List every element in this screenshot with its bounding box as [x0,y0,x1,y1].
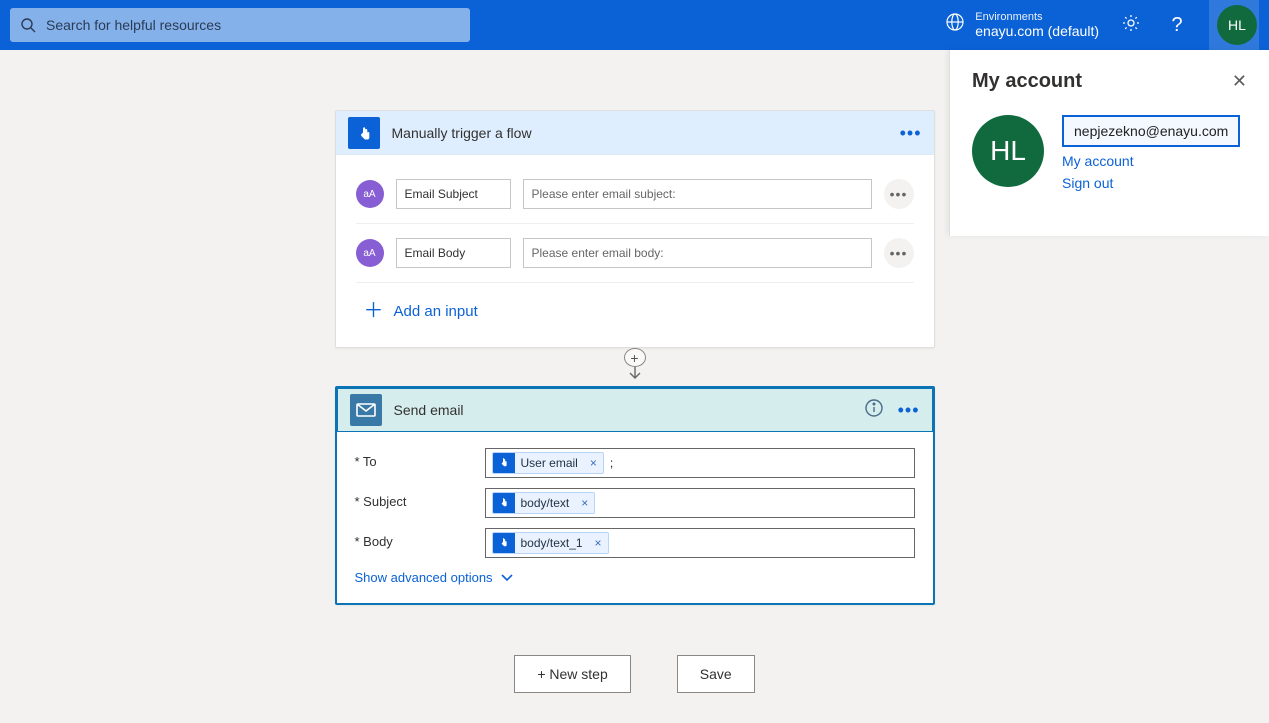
environment-picker[interactable]: Environments enayu.com (default) [945,11,1099,40]
sign-out-link[interactable]: Sign out [1062,175,1240,191]
trigger-more-button[interactable]: ••• [900,124,922,142]
search-box[interactable] [10,8,470,42]
environment-name: enayu.com (default) [975,23,1099,39]
question-icon: ? [1171,14,1182,37]
input-label-box[interactable]: Email Subject [396,179,511,209]
touch-icon [493,492,515,514]
arrow-down-icon [628,365,642,386]
input-label-box[interactable]: Email Body [396,238,511,268]
panel-title: My account [972,70,1082,93]
input-row-more[interactable]: ••• [884,238,914,268]
trigger-body: aA Email Subject Please enter email subj… [336,155,934,347]
environment-label: Environments [975,11,1099,24]
chevron-down-icon [501,570,513,585]
avatar-small: HL [1217,5,1257,45]
token-body-text[interactable]: body/text × [492,492,596,514]
to-suffix: ; [610,456,613,470]
param-row-subject: * Subject body/text × [355,488,915,518]
topbar-right: Environments enayu.com (default) ? HL [945,0,1259,50]
help-button[interactable]: ? [1163,11,1191,39]
token-body-text-1[interactable]: body/text_1 × [492,532,609,554]
token-label: body/text_1 [515,536,589,550]
plus-icon: ＋ [364,301,384,321]
globe-icon [945,12,965,37]
param-row-body: * Body body/text_1 × [355,528,915,558]
input-value-box[interactable]: Please enter email subject: [523,179,872,209]
token-label: body/text [515,496,576,510]
param-row-to: * To User email × ; [355,448,915,478]
mail-icon [350,394,382,426]
to-input[interactable]: User email × ; [485,448,915,478]
param-label: * Body [355,528,475,549]
text-type-icon: aA [356,239,384,267]
token-remove[interactable]: × [575,496,594,510]
token-remove[interactable]: × [584,456,603,470]
trigger-icon [348,117,380,149]
account-email[interactable]: nepjezekno@enayu.com [1062,115,1240,147]
action-card: Send email ••• * To User email × ; [335,386,935,605]
environment-text: Environments enayu.com (default) [975,11,1099,40]
search-icon [20,17,36,33]
token-user-email[interactable]: User email × [492,452,604,474]
text-type-icon: aA [356,180,384,208]
show-advanced-options[interactable]: Show advanced options [355,570,915,585]
token-label: User email [515,456,584,470]
trigger-input-row: aA Email Subject Please enter email subj… [356,165,914,224]
trigger-input-row: aA Email Body Please enter email body: •… [356,224,914,283]
add-input-label: Add an input [394,303,478,320]
touch-icon [493,532,515,554]
email-text: nepjezekno@enayu.com [1074,123,1228,139]
token-remove[interactable]: × [589,536,608,550]
subject-input[interactable]: body/text × [485,488,915,518]
action-title: Send email [394,402,852,418]
my-account-panel: My account ✕ HL nepjezekno@enayu.com My … [949,50,1269,236]
trigger-header[interactable]: Manually trigger a flow ••• [336,111,934,155]
action-more-button[interactable]: ••• [898,401,920,419]
search-input[interactable] [46,17,460,33]
action-header[interactable]: Send email ••• [337,388,933,432]
bottom-buttons: + New step Save [514,655,754,693]
avatar-large: HL [972,115,1044,187]
insert-step-button[interactable]: + [624,348,646,367]
body-input[interactable]: body/text_1 × [485,528,915,558]
input-row-more[interactable]: ••• [884,179,914,209]
new-step-button[interactable]: + New step [514,655,630,693]
settings-button[interactable] [1117,11,1145,39]
top-bar: Environments enayu.com (default) ? HL [0,0,1269,50]
connector: + [624,348,646,386]
trigger-title: Manually trigger a flow [392,125,888,141]
close-panel-button[interactable]: ✕ [1232,71,1247,92]
account-button[interactable]: HL [1209,0,1259,50]
info-button[interactable] [864,398,884,423]
action-body: * To User email × ; * Subject body/text [337,432,933,603]
gear-icon [1121,13,1141,38]
save-button[interactable]: Save [677,655,755,693]
advanced-label: Show advanced options [355,570,493,585]
input-value-box[interactable]: Please enter email body: [523,238,872,268]
touch-icon [493,452,515,474]
trigger-card: Manually trigger a flow ••• aA Email Sub… [335,110,935,348]
param-label: * To [355,448,475,469]
my-account-link[interactable]: My account [1062,153,1240,169]
add-input-button[interactable]: ＋ Add an input [356,283,914,327]
param-label: * Subject [355,488,475,509]
